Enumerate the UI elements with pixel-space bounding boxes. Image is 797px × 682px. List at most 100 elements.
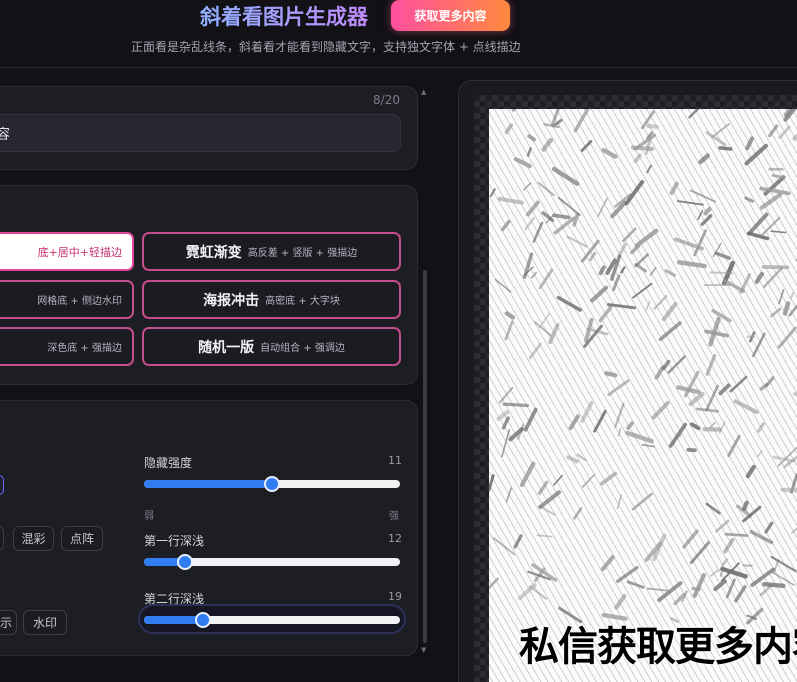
- preset-dark-stroke[interactable]: 深色底 + 强描边: [0, 327, 134, 366]
- noise-dash: [725, 578, 736, 599]
- noise-dash: [537, 181, 555, 197]
- noise-dash: [553, 216, 576, 235]
- noise-dash: [646, 164, 652, 174]
- preset-desc: 网格底 + 侧边水印: [37, 296, 122, 307]
- scroll-up-icon[interactable]: ▲: [421, 88, 426, 96]
- noise-dash: [767, 124, 779, 138]
- noise-dash: [780, 487, 797, 493]
- noise-dash: [697, 209, 704, 221]
- noise-dash: [568, 414, 580, 431]
- noise-dash: [661, 359, 671, 371]
- selected-option-chip[interactable]: [0, 475, 4, 495]
- noise-dash: [757, 422, 766, 433]
- noise-dash: [580, 140, 593, 152]
- noise-dash: [634, 253, 650, 268]
- left-panel-scrollbar[interactable]: [423, 270, 427, 643]
- noise-dash: [597, 197, 608, 218]
- noise-dash: [538, 312, 551, 329]
- noise-dash: [590, 285, 609, 303]
- scroll-down-icon[interactable]: ▼: [421, 646, 426, 654]
- preset-neon-gradient[interactable]: 霓虹渐变 高反差 + 竖版 + 强描边: [142, 232, 401, 271]
- preview-canvas: [489, 109, 797, 682]
- noise-dash: [705, 384, 719, 412]
- noise-dash: [791, 527, 797, 534]
- noise-dash: [689, 541, 710, 565]
- preset-desc: 自动组合 + 强调边: [260, 343, 345, 354]
- noise-dash: [669, 181, 679, 196]
- noise-dash: [676, 260, 707, 269]
- slider-thumb[interactable]: [194, 612, 211, 628]
- hidden-text-input[interactable]: 容: [0, 114, 401, 152]
- slider-line2-depth-value: 19: [388, 590, 402, 603]
- noise-dash: [536, 534, 553, 538]
- preset-grid-watermark[interactable]: 网格底 + 侧边水印: [0, 280, 134, 319]
- slider-line2-depth[interactable]: [144, 612, 400, 628]
- slider-fill: [144, 480, 272, 488]
- noise-dash: [573, 109, 590, 133]
- noise-dash: [778, 125, 791, 140]
- noise-dash: [566, 455, 579, 464]
- noise-dash: [622, 227, 637, 243]
- noise-dash: [533, 321, 553, 337]
- preset-poster-impact[interactable]: 海报冲击 高密底 + 大字块: [142, 280, 401, 319]
- slider-hide-strength-label: 隐藏强度: [144, 456, 193, 470]
- get-more-button[interactable]: 获取更多内容: [391, 0, 510, 31]
- style-chip-mixed[interactable]: 混彩: [13, 526, 54, 551]
- noise-dash: [757, 450, 763, 457]
- noise-dash: [698, 153, 711, 165]
- noise-dash: [667, 355, 686, 374]
- slider-hide-strength[interactable]: [144, 476, 400, 492]
- bottom-chip-watermark[interactable]: 水印: [23, 610, 67, 635]
- style-chip-dots[interactable]: 点阵: [61, 526, 103, 551]
- noise-dash: [747, 212, 769, 236]
- preset-name: 海报冲击: [203, 292, 260, 309]
- preset-light-center[interactable]: 底+居中+轻描边: [0, 232, 134, 271]
- noise-dash: [523, 407, 538, 432]
- slider-thumb[interactable]: [264, 476, 280, 492]
- noise-dash: [598, 305, 613, 323]
- noise-dash: [614, 402, 625, 428]
- slider-line1-depth[interactable]: [144, 554, 400, 570]
- noise-dash: [645, 300, 651, 312]
- noise-dash: [600, 555, 615, 572]
- noise-dash: [688, 391, 705, 407]
- noise-dash: [634, 228, 659, 248]
- noise-dash: [497, 196, 524, 205]
- noise-dash: [705, 354, 717, 376]
- noise-dash: [690, 189, 717, 203]
- noise-dash: [524, 216, 536, 231]
- noise-dash: [788, 304, 797, 317]
- preset-random[interactable]: 随机一版 自动组合 + 强调边: [142, 327, 401, 366]
- noise-dash: [552, 213, 571, 220]
- noise-dash: [709, 422, 716, 428]
- noise-dash: [729, 375, 748, 393]
- noise-dash: [704, 329, 730, 338]
- char-counter: 8/20: [373, 93, 400, 107]
- noise-dash: [651, 400, 670, 420]
- preset-desc: 深色底 + 强描边: [47, 343, 122, 354]
- style-chip-partial[interactable]: [0, 526, 4, 551]
- noise-dash: [504, 320, 514, 341]
- page-title: 斜着看图片生成器: [200, 1, 380, 31]
- preset-desc: 高密底 + 大字块: [265, 296, 340, 307]
- noise-dash: [633, 153, 642, 164]
- noise-dash: [739, 273, 752, 294]
- noise-dash: [581, 473, 596, 488]
- noise-dash: [689, 422, 701, 431]
- noise-dash: [496, 410, 510, 422]
- slider-thumb[interactable]: [176, 554, 193, 570]
- noise-dash: [500, 219, 511, 232]
- noise-dash: [641, 443, 655, 448]
- noise-dash: [765, 376, 775, 387]
- noise-dash: [537, 480, 549, 495]
- text-input-card: 8/20 容: [0, 86, 418, 170]
- noise-dash: [551, 166, 580, 186]
- bottom-chip-partial[interactable]: 示: [0, 610, 17, 635]
- noise-dash: [724, 532, 749, 538]
- preset-name: 随机一版: [198, 339, 255, 356]
- noise-dash: [501, 428, 511, 458]
- noise-dash: [789, 291, 795, 300]
- noise-dash: [573, 507, 583, 520]
- noise-dash: [709, 568, 720, 577]
- noise-dash: [745, 464, 756, 479]
